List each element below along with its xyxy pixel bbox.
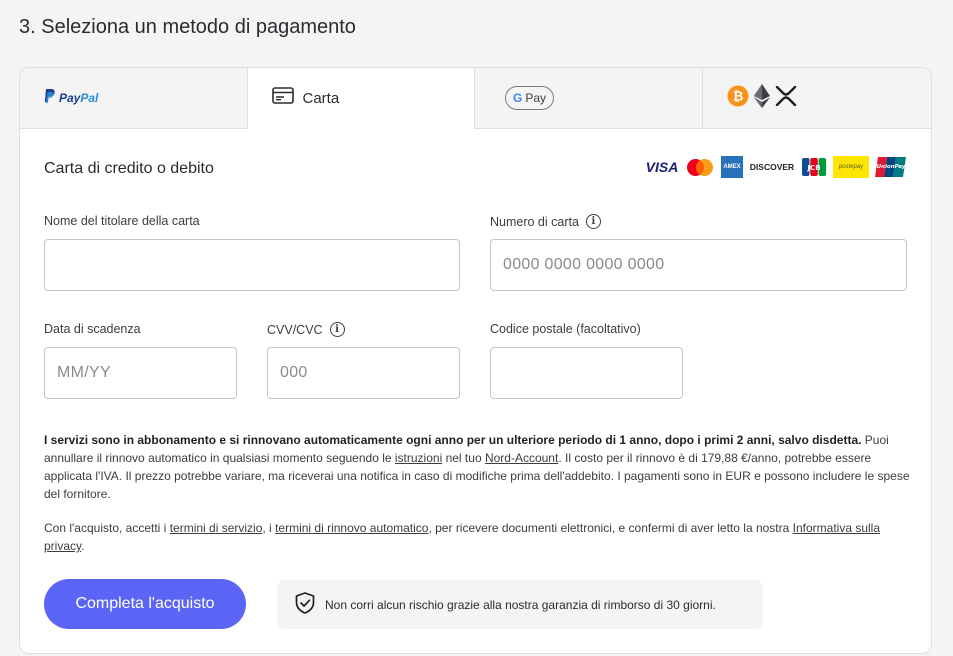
tab-google-pay[interactable]: G Pay xyxy=(475,68,703,129)
visa-logo-icon: VISA xyxy=(645,159,679,175)
tab-card-label: Carta xyxy=(302,89,340,107)
section-title: 3. Seleziona un metodo di pagamento xyxy=(19,16,356,38)
postal-code-label: Codice postale (facoltativo) xyxy=(490,322,641,336)
info-icon[interactable]: i xyxy=(329,322,345,337)
guarantee-text: Non corri alcun rischio grazie alla nost… xyxy=(325,597,716,612)
crypto-icons: ₿ xyxy=(727,83,797,113)
svg-text:UnionPay: UnionPay xyxy=(877,164,906,170)
google-pay-logo: G Pay xyxy=(505,86,555,110)
jcb-logo-icon: JCB xyxy=(801,156,827,178)
money-back-guarantee: Non corri alcun rischio grazie alla nost… xyxy=(277,580,763,629)
bitcoin-icon: ₿ xyxy=(727,85,749,112)
paypal-label: PayPal xyxy=(59,91,99,105)
postepay-logo-icon: postepay xyxy=(833,156,869,178)
cardholder-name-input[interactable] xyxy=(44,239,460,291)
xrp-icon xyxy=(775,85,797,111)
subscription-terms: I servizi sono in abbonamento e si rinno… xyxy=(44,433,910,501)
unionpay-logo-icon: UnionPay xyxy=(875,156,907,178)
google-g-icon: G xyxy=(513,91,523,105)
mastercard-logo-icon xyxy=(685,156,715,178)
cvv-label-row: CVV/CVC i xyxy=(267,322,345,337)
purchase-consent: Con l'acquisto, accetti i termini di ser… xyxy=(44,521,881,553)
paypal-logo-icon xyxy=(44,88,55,108)
postal-code-input[interactable] xyxy=(490,347,683,399)
card-number-label-row: Numero di carta i xyxy=(490,214,601,229)
card-number-label: Numero di carta xyxy=(490,214,579,229)
card-form-heading: Carta di credito o debito xyxy=(44,160,214,177)
terms-of-service-link[interactable]: termini di servizio xyxy=(170,521,263,535)
tab-crypto[interactable]: ₿ xyxy=(702,68,931,129)
credit-card-icon xyxy=(271,87,294,109)
instructions-link[interactable]: istruzioni xyxy=(395,451,442,465)
expiry-label: Data di scadenza xyxy=(44,322,141,336)
nord-account-link[interactable]: Nord-Account xyxy=(485,451,558,465)
ethereum-icon xyxy=(753,83,770,113)
tab-card[interactable]: Carta xyxy=(247,68,475,129)
discover-logo-icon: DISCOVER xyxy=(749,162,795,172)
card-number-input[interactable] xyxy=(490,239,907,291)
payment-method-tabs: PayPal Carta G Pay ₿ xyxy=(20,68,931,129)
amex-logo-icon: AMEX xyxy=(721,156,743,178)
card-brand-logos: VISA AMEX DISCOVER JCB postepay UnionPay xyxy=(645,156,907,178)
auto-renewal-terms-link[interactable]: termini di rinnovo automatico xyxy=(275,521,428,535)
holder-label: Nome del titolare della carta xyxy=(44,214,200,228)
complete-purchase-button[interactable]: Completa l'acquisto xyxy=(44,579,246,629)
svg-text:JCB: JCB xyxy=(806,164,820,172)
info-icon[interactable]: i xyxy=(585,214,601,229)
payment-panel: PayPal Carta G Pay ₿ Carta di credito o … xyxy=(19,67,932,654)
cvv-label: CVV/CVC xyxy=(267,322,323,337)
expiry-date-input[interactable] xyxy=(44,347,237,399)
cvv-input[interactable] xyxy=(267,347,460,399)
svg-text:₿: ₿ xyxy=(732,89,743,104)
shield-check-icon xyxy=(293,591,317,618)
tab-paypal[interactable]: PayPal xyxy=(20,68,248,129)
